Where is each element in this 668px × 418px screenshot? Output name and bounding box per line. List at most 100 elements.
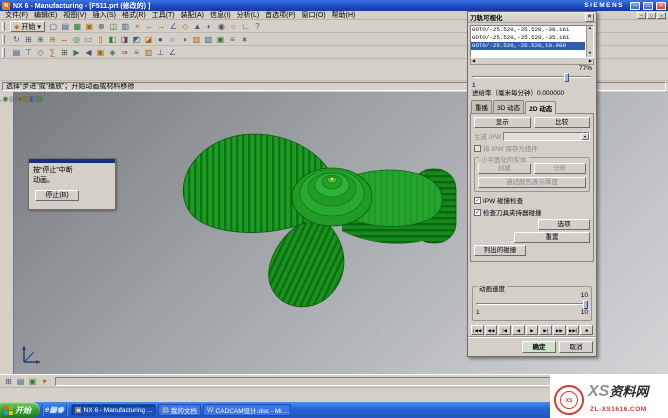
details-icon[interactable]: ▤ [15,376,26,387]
holder-collision-checkbox[interactable]: ✓ [474,209,481,216]
menu-insert[interactable]: 插入(S) [90,12,119,19]
edge-blend-icon[interactable]: ○ [228,21,239,32]
toolbar-grip[interactable] [2,35,5,44]
menu-format[interactable]: 格式(R) [119,12,149,19]
menu-tools[interactable]: 工具(T) [149,12,178,19]
taskbar-item-word[interactable]: W CADCAM设计.doc - Mi... [203,404,291,416]
close-button[interactable]: × [656,2,666,10]
create-geometry-icon[interactable]: ◇ [35,47,46,58]
tab-2d-dynamic[interactable]: 2D 动态 [525,101,556,114]
horizontal-scrollbar[interactable]: ◀ ▶ [470,58,594,65]
scroll-right-icon[interactable]: ▶ [589,58,592,64]
hole-icon[interactable]: ◉ [216,21,227,32]
zoom-out-icon[interactable]: ⊖ [47,34,58,45]
refresh-view-icon[interactable]: ↻ [11,34,22,45]
paste-icon[interactable]: ▥ [120,21,131,32]
simulate-machine-icon[interactable]: ◈ [107,47,118,58]
menu-file[interactable]: 文件(F) [2,12,31,19]
top-view-icon[interactable]: ▯ [95,34,106,45]
save-icon[interactable]: ▦ [72,21,83,32]
snapshot-icon[interactable]: ▣ [215,34,226,45]
reset-button[interactable]: 重置 [514,232,590,243]
measure-icon[interactable]: ∟ [240,21,251,32]
dialog-titlebar[interactable]: 刀轨可视化 × [468,12,596,23]
taskbar-item-nx[interactable]: ▣ NX 6 - Manufacturing ... [71,404,156,416]
right-view-icon[interactable]: ◨ [119,34,130,45]
new-file-icon[interactable]: ▢ [48,21,59,32]
pan-icon[interactable]: ↔ [59,34,70,45]
postprocess-icon[interactable]: ⇒ [119,47,130,58]
animation-speed-slider[interactable] [476,300,588,309]
goto-line[interactable]: GOTO/-25.520,-25.520,-35.161 [471,34,585,42]
goto-line[interactable]: GOTO/-25.520,-25.520,-38.161 [471,26,585,34]
delete-icon[interactable]: × [132,21,143,32]
menu-window[interactable]: 窗口(O) [299,12,329,19]
child-close-button[interactable]: × [657,12,666,19]
slider-thumb[interactable] [564,73,569,82]
verify-toolpath-icon[interactable]: ▣ [95,47,106,58]
create-button[interactable]: 创建 [478,163,531,174]
menu-preferences[interactable]: 首选项(P) [262,12,298,19]
expand-panel-icon[interactable]: ▾ [39,376,50,387]
system-scenes-icon[interactable]: ▧ [36,96,43,103]
trimetric-view-icon[interactable]: ◪ [143,34,154,45]
rewind-button[interactable]: ◀◀ [485,325,498,335]
generate-toolpath-icon[interactable]: ▶ [71,47,82,58]
fit-view-icon[interactable]: ⊞ [23,34,34,45]
cancel-button[interactable]: 取消 [559,341,593,353]
menu-view[interactable]: 视图(V) [60,12,89,19]
toolbar-grip[interactable] [2,22,5,31]
create-tool-icon[interactable]: ⊤ [23,47,34,58]
fast-forward-button[interactable]: ▶▶ [553,325,566,335]
revolve-icon[interactable]: ◐ [204,21,215,32]
dependencies-icon[interactable]: ⊞ [3,376,14,387]
menu-analysis[interactable]: 分析(L) [234,12,263,19]
menu-help[interactable]: 帮助(H) [329,12,359,19]
create-method-icon[interactable]: ∑ [47,47,58,58]
front-view-icon[interactable]: ▭ [83,34,94,45]
toolbar-grip[interactable] [2,48,5,57]
media-player-icon[interactable]: ◉ [57,405,64,414]
minimize-button[interactable]: ─ [630,2,640,10]
print-icon[interactable]: ▣ [84,21,95,32]
wireframe-view-icon[interactable]: ○ [167,34,178,45]
create-program-icon[interactable]: ▤ [11,47,22,58]
thickness-by-color-button[interactable]: 通过颜色表示厚度 [478,177,586,188]
start-application-button[interactable]: ◆ 开始 ▾ [10,21,45,32]
ok-button[interactable]: 确定 [522,341,556,353]
taskbar-item-documents[interactable]: ▤ 我的文档 [158,404,201,416]
copy-icon[interactable]: ◫ [108,21,119,32]
open-file-icon[interactable]: ▤ [60,21,71,32]
facet-view-icon[interactable]: ▨ [191,34,202,45]
menu-information[interactable]: 信息(I) [207,12,234,19]
child-restore-button[interactable]: □ [647,12,656,19]
scroll-left-icon[interactable]: ◀ [472,58,475,64]
replay-progress-slider[interactable] [472,73,592,82]
view-preferences-icon[interactable]: ∗ [239,34,250,45]
step-forward-button[interactable]: ▶| [539,325,552,335]
goto-line[interactable]: GOTO/-25.520,-25.520,10.000 [471,42,585,50]
replay-toolpath-icon[interactable]: ◀ [83,47,94,58]
scroll-up-icon[interactable]: ▲ [587,26,593,32]
stop-animation-button[interactable]: 停止(B) [35,190,79,201]
step-back-button[interactable]: |◀ [498,325,511,335]
create-operation-icon[interactable]: ⊞ [59,47,70,58]
slider-thumb[interactable] [583,300,588,309]
save-ipw-checkbox[interactable] [474,145,481,152]
tab-3d-dynamic[interactable]: 3D 动态 [493,100,524,113]
scroll-down-icon[interactable]: ▼ [587,51,593,57]
undo-icon[interactable]: ← [144,21,155,32]
toolpath-analysis-icon[interactable]: ∠ [167,47,178,58]
extrude-icon[interactable]: ▲ [192,21,203,32]
maximize-button[interactable]: □ [643,2,653,10]
play-reverse-button[interactable]: ◀ [512,325,525,335]
preview-icon[interactable]: ▣ [27,376,38,387]
goto-list[interactable]: GOTO/-25.520,-25.520,-38.161GOTO/-25.520… [470,25,594,58]
left-view-icon[interactable]: ◧ [107,34,118,45]
chevron-down-icon[interactable]: ▾ [581,133,589,140]
vertical-scrollbar[interactable]: ▲ ▼ [586,26,593,57]
sketch-icon[interactable]: ∠ [168,21,179,32]
list-collisions-button[interactable]: 列出的碰撞 [474,245,526,256]
zoom-in-icon[interactable]: ⊕ [35,34,46,45]
tab-replay[interactable]: 重播 [471,100,492,113]
